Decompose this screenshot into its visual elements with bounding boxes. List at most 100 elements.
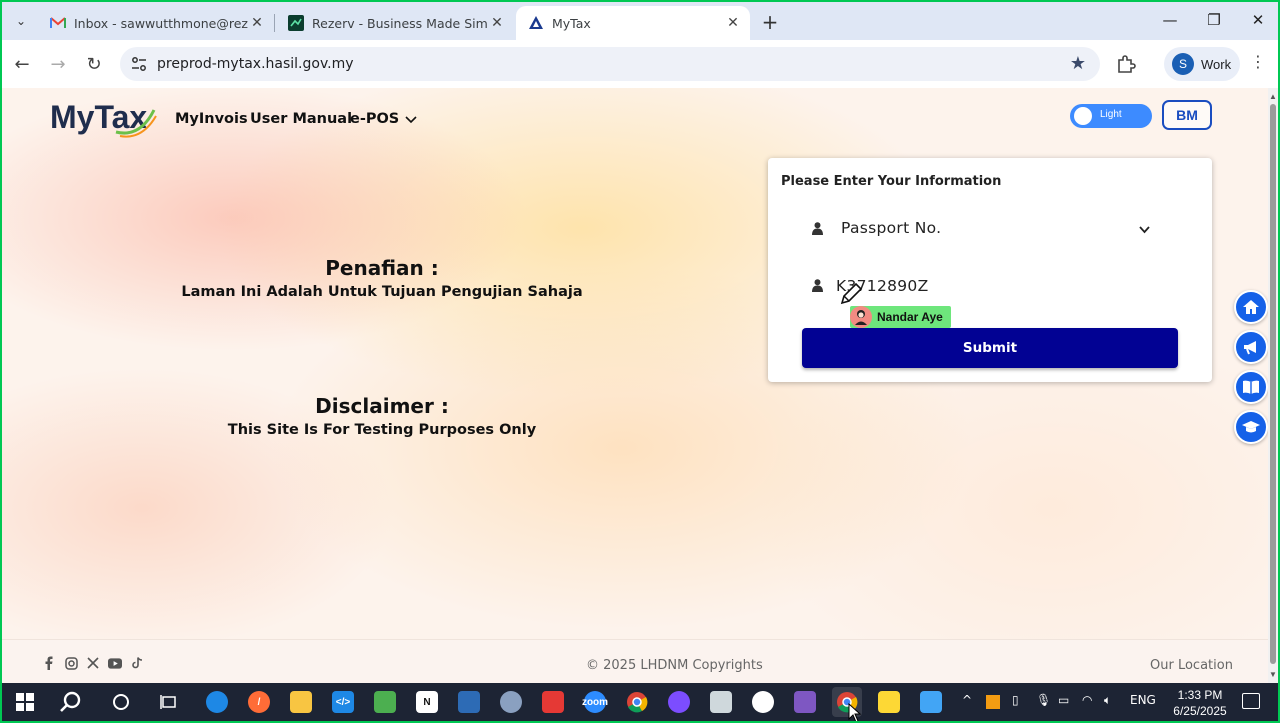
anydesk-icon[interactable] [538,687,568,717]
youtube-icon[interactable] [108,656,122,670]
scroll-thumb[interactable] [1270,104,1276,664]
language-indicator[interactable]: ENG [1130,693,1156,707]
notion-icon[interactable]: N [412,687,442,717]
forward-arrow-icon[interactable]: → [44,50,72,78]
facebook-icon[interactable] [42,656,56,670]
language-button[interactable]: BM [1162,100,1212,130]
scroll-up-icon[interactable]: ▲ [1269,92,1277,101]
restore-icon[interactable]: ❐ [1194,8,1234,32]
theme-toggle[interactable]: Light [1070,104,1152,128]
mytax-icon [528,15,544,31]
nav-epos-dropdown[interactable]: e-POS [350,111,417,127]
nav-myinvois[interactable]: MyInvois [175,111,248,127]
meet-icon[interactable]: ▭ [1058,693,1069,707]
bookmark-star-icon[interactable]: ★ [1070,53,1086,74]
home-button[interactable] [1234,290,1268,324]
windows-start-icon[interactable] [10,687,40,717]
postman-icon[interactable]: / [244,687,274,717]
clock-time: 1:33 PM [1177,688,1223,702]
chrome-icon[interactable] [622,687,652,717]
disclaimer-title-ms: Penafian : [325,256,439,280]
book-icon [1243,380,1259,394]
scroll-down-icon[interactable]: ▼ [1269,670,1277,679]
disclaimer-text-ms: Laman Ini Adalah Untuk Tujuan Pengujian … [181,284,583,300]
extensions-puzzle-icon[interactable] [1114,52,1138,76]
card-title: Please Enter Your Information [781,174,1002,189]
disclaimer-malay: Penafian : Laman Ini Adalah Untuk Tujuan… [142,256,622,300]
instagram-icon[interactable] [64,656,78,670]
megaphone-icon [1244,341,1256,355]
profile-button[interactable]: S Work [1164,47,1240,81]
disclaimer-title-en: Disclaimer : [315,394,449,418]
more-menu-icon[interactable]: ⋮ [1250,52,1266,71]
collaborator-avatar [850,306,872,328]
browser-toolbar: ← → ↻ preprod-mytax.hasil.gov.my ★ S Wor… [2,40,1278,88]
footer: © 2025 LHDNM Copyrights Our Location [2,639,1268,683]
tab-mytax[interactable]: MyTax ✕ [516,6,750,40]
task-view-icon[interactable] [154,687,184,717]
tray-device-icon[interactable]: ▯ [1012,693,1019,707]
notification-icon[interactable] [1242,693,1260,709]
github-icon[interactable] [664,687,694,717]
photos-icon[interactable] [916,687,946,717]
page-scrollbar[interactable]: ▲ ▼ [1268,88,1278,683]
login-card: Please Enter Your Information Passport N… [768,158,1212,382]
tiktok-icon[interactable] [130,656,144,670]
close-tab-icon[interactable]: ✕ [248,14,266,32]
announcement-button[interactable] [1234,330,1268,364]
tray-chevron-icon[interactable]: ^ [962,693,972,707]
search-icon[interactable] [56,687,86,717]
id-number-input[interactable] [836,274,1036,298]
spreadsheet-icon[interactable] [370,687,400,717]
file-explorer-icon[interactable] [286,687,316,717]
vscode-icon[interactable]: </> [328,687,358,717]
submit-button[interactable]: Submit [802,328,1178,368]
pen-cursor-icon [840,282,863,305]
disclaimer-english: Disclaimer : This Site Is For Testing Pu… [142,394,622,438]
home-icon [1243,300,1259,314]
close-tab-icon[interactable]: ✕ [724,14,742,32]
window-app-icon[interactable] [706,687,736,717]
windows-taskbar: / </> N zoom ^ ▯ 🎙︎ ▭ ◠ 🔈︎ ENG 1:33 PM 6… [2,683,1278,721]
theme-label: Light [1100,109,1122,120]
microphone-icon[interactable]: 🎙︎ [1036,693,1051,707]
clock-date: 6/25/2025 [1173,704,1227,718]
tab-rezerv[interactable]: Rezerv - Business Made Simple ✕ [276,6,514,40]
tab-search-chevron-icon[interactable]: ⌄ [10,10,32,32]
education-button[interactable] [1234,410,1268,444]
tab-gmail[interactable]: Inbox - sawwutthmone@rezerv ✕ [38,6,274,40]
visual-studio-icon[interactable] [790,687,820,717]
close-tab-icon[interactable]: ✕ [488,14,506,32]
cortana-icon[interactable] [106,687,136,717]
id-type-select[interactable]: Passport No. [802,207,1178,251]
x-twitter-icon[interactable] [86,656,100,670]
wifi-icon[interactable]: ◠ [1082,693,1092,707]
slack-icon[interactable] [748,687,778,717]
site-settings-icon[interactable] [130,55,148,73]
zoom-icon[interactable]: zoom [580,687,610,717]
address-bar[interactable]: preprod-mytax.hasil.gov.my ★ [120,47,1100,81]
tray-app-icon[interactable] [986,695,1000,709]
mytax-logo[interactable]: MyTax [50,96,158,140]
speaker-icon[interactable]: 🔈︎ [1104,693,1111,708]
nav-user-manual[interactable]: User Manual [250,111,352,127]
manual-button[interactable] [1234,370,1268,404]
toggle-knob [1074,107,1092,125]
close-window-icon[interactable]: ✕ [1238,8,1278,32]
app-icon[interactable] [454,687,484,717]
sticky-notes-icon[interactable] [874,687,904,717]
screen: ⌄ Inbox - sawwutthmone@rezerv ✕ Rezerv -… [2,2,1278,721]
network-app-icon[interactable] [496,687,526,717]
url-text[interactable]: preprod-mytax.hasil.gov.my [157,56,354,72]
reload-icon[interactable]: ↻ [80,50,108,78]
edge-icon[interactable] [202,687,232,717]
rezerv-icon [288,15,304,31]
collaborator-name: Nandar Aye [877,310,943,324]
back-arrow-icon[interactable]: ← [8,50,36,78]
our-location-link[interactable]: Our Location [1150,658,1233,673]
tab-title: MyTax [552,15,591,31]
new-tab-plus-icon[interactable]: + [758,10,782,34]
minimize-icon[interactable]: — [1150,8,1190,32]
clock[interactable]: 1:33 PM 6/25/2025 [1162,687,1238,719]
mouse-pointer-icon [848,703,862,721]
